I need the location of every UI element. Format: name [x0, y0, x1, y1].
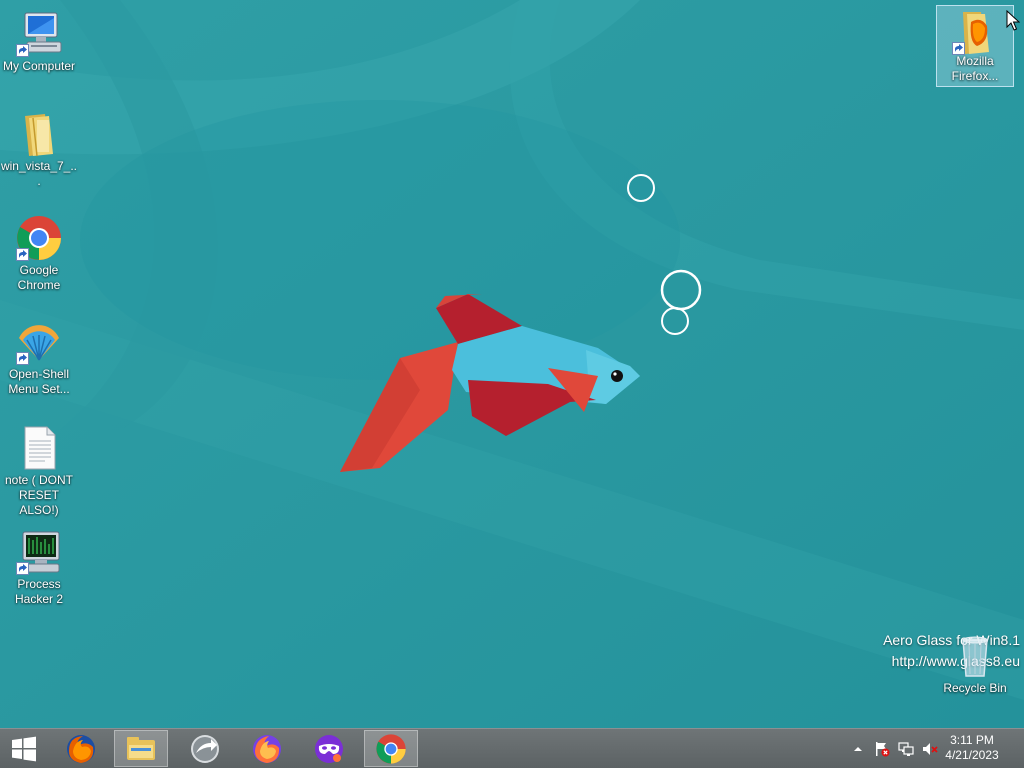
taskbar-migration-app[interactable] [178, 730, 232, 767]
chrome-icon [15, 214, 63, 262]
clock-time: 3:11 PM [950, 733, 994, 747]
taskbar-file-explorer[interactable] [114, 730, 168, 767]
desktop[interactable]: My Computer win_vista_7_... Google Chrom… [0, 0, 1024, 728]
taskbar-firefox-nightly[interactable] [240, 730, 294, 767]
wallpaper-fish [0, 0, 1024, 728]
desktop-icon-mozilla-firefox-folder[interactable]: Mozilla Firefox... [936, 5, 1014, 87]
folder-icon [15, 110, 63, 158]
desktop-icon-note-text[interactable]: note ( DONT RESET ALSO!) [0, 424, 78, 518]
desktop-icon-google-chrome[interactable]: Google Chrome [0, 214, 78, 293]
desktop-icon-win-vista-folder[interactable]: win_vista_7_... [0, 110, 78, 189]
clock-date: 4/21/2023 [945, 748, 999, 762]
chrome-icon [376, 733, 406, 764]
start-button[interactable] [0, 730, 48, 767]
taskbar-mask-app[interactable] [302, 730, 356, 767]
shortcut-arrow-icon [16, 44, 29, 57]
desktop-icon-my-computer[interactable]: My Computer [0, 10, 78, 74]
shortcut-arrow-icon [16, 248, 29, 261]
taskbar: 3:11 PM 4/21/2023 [0, 728, 1024, 768]
shortcut-arrow-icon [952, 42, 965, 55]
windows-start-icon [12, 736, 36, 761]
migration-app-icon [191, 734, 219, 763]
desktop-icon-open-shell[interactable]: Open-Shell Menu Set... [0, 318, 78, 397]
shortcut-arrow-icon [16, 562, 29, 575]
taskbar-google-chrome[interactable] [364, 730, 418, 767]
desktop-icon-recycle-bin[interactable]: Recycle Bin [936, 632, 1014, 696]
desktop-icon-process-hacker[interactable]: Process Hacker 2 [0, 528, 78, 607]
taskbar-clock[interactable]: 3:11 PM 4/21/2023 [940, 733, 1004, 763]
taskbar-firefox[interactable] [54, 730, 108, 767]
computer-icon [15, 10, 63, 58]
text-document-icon [15, 424, 63, 472]
volume-muted-icon[interactable] [922, 741, 938, 757]
action-center-flag-icon[interactable] [874, 741, 890, 757]
recycle-bin-icon [951, 632, 999, 680]
firefox-icon [67, 734, 95, 763]
firefox-folder-icon [951, 8, 999, 56]
show-hidden-icons-chevron[interactable] [850, 741, 866, 757]
shortcut-arrow-icon [16, 352, 29, 365]
mouse-cursor-icon [1006, 10, 1020, 31]
network-icon[interactable] [898, 741, 914, 757]
firefox-nightly-icon [253, 734, 281, 763]
file-explorer-icon [127, 736, 155, 760]
open-shell-icon [15, 318, 63, 366]
mask-app-icon [315, 734, 343, 763]
process-hacker-icon [15, 528, 63, 576]
